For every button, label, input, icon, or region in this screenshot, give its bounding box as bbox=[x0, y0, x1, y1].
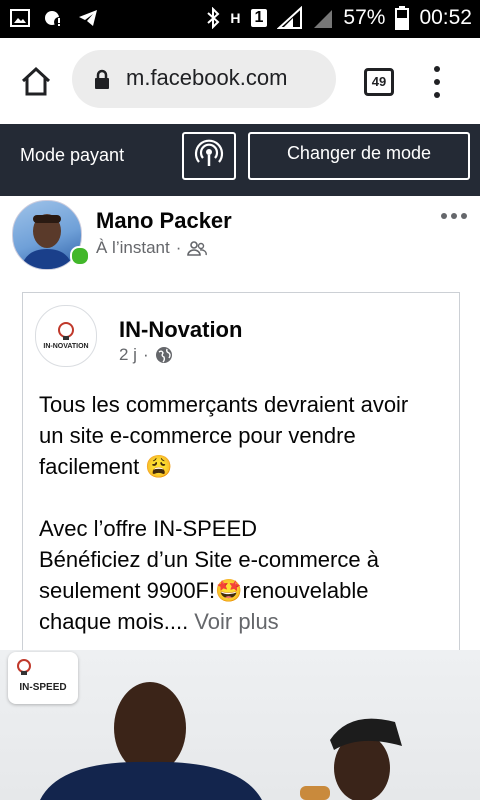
post-text: Tous les commerçants devraient avoir un … bbox=[39, 389, 455, 637]
mode-label: Mode payant bbox=[20, 145, 125, 165]
home-icon[interactable] bbox=[20, 66, 52, 98]
signal-icon bbox=[277, 6, 303, 29]
text-line: Avec l’offre IN-SPEED bbox=[39, 516, 258, 541]
broadcast-icon bbox=[194, 139, 224, 166]
battery-percent: 57% bbox=[343, 6, 386, 29]
menu-icon[interactable] bbox=[430, 66, 444, 100]
tabs-button[interactable]: 49 bbox=[364, 68, 394, 96]
innovation-logo-icon: IN-NOVATION bbox=[42, 322, 90, 350]
battery-icon bbox=[395, 6, 410, 30]
text-line-last: chaque mois.... Voir plus bbox=[39, 606, 455, 637]
page-logo[interactable]: IN-NOVATION bbox=[35, 305, 97, 367]
text-line: facilement 😩 bbox=[39, 454, 173, 479]
post-image[interactable]: IN-SPEED bbox=[0, 650, 480, 800]
gallery-icon bbox=[10, 9, 30, 27]
status-bar: H 1 57% 00:52 bbox=[0, 0, 480, 38]
address-bar[interactable]: m.facebook.com bbox=[72, 50, 336, 108]
friends-icon bbox=[187, 241, 208, 256]
url-text: m.facebook.com bbox=[126, 65, 288, 90]
data-mode-bar: Mode payant Changer de mode bbox=[0, 124, 480, 196]
meta-separator: · bbox=[175, 238, 182, 257]
text-line: seulement 9900F!🤩renouvelable bbox=[39, 578, 369, 603]
lock-icon bbox=[95, 69, 109, 89]
see-more-link[interactable]: Voir plus bbox=[188, 609, 278, 634]
online-indicator bbox=[70, 246, 90, 266]
globe-icon bbox=[155, 347, 172, 363]
post-author[interactable]: Mano Packer bbox=[96, 208, 232, 234]
shared-meta: 2 j · bbox=[119, 345, 173, 365]
browser-toolbar: m.facebook.com 49 bbox=[0, 38, 480, 124]
post-meta: À l’instant · bbox=[96, 238, 208, 258]
data-type-label: H bbox=[230, 10, 241, 26]
sim-badge: 1 bbox=[250, 9, 268, 27]
post-header: Mano Packer À l’instant · bbox=[0, 196, 480, 286]
notification-icon bbox=[45, 11, 64, 27]
change-mode-button[interactable]: Changer de mode bbox=[248, 132, 470, 180]
bluetooth-icon bbox=[207, 7, 220, 29]
text-line: chaque mois.... bbox=[39, 609, 189, 634]
signal-icon-2 bbox=[314, 10, 333, 28]
meta-separator: · bbox=[142, 345, 149, 364]
broadcast-button[interactable] bbox=[182, 132, 236, 180]
text-line: Bénéficiez d’un Site e-commerce à bbox=[39, 547, 379, 572]
post-time[interactable]: À l’instant bbox=[96, 238, 170, 258]
telegram-icon bbox=[79, 10, 97, 26]
text-line: Tous les commerçants devraient avoir bbox=[39, 392, 409, 417]
svg-text:IN-NOVATION: IN-NOVATION bbox=[43, 343, 88, 350]
status-left-icons bbox=[10, 8, 98, 28]
photo-people bbox=[40, 682, 402, 800]
status-right: H 1 57% 00:52 bbox=[206, 6, 472, 30]
text-line: un site e-commerce pour vendre bbox=[39, 423, 356, 448]
shared-time[interactable]: 2 j bbox=[119, 345, 137, 365]
page-name[interactable]: IN-Novation bbox=[119, 317, 242, 343]
shared-post[interactable]: IN-NOVATION IN-Novation 2 j · Tous les c… bbox=[22, 292, 460, 653]
more-icon[interactable] bbox=[440, 212, 468, 220]
clock: 00:52 bbox=[419, 6, 472, 29]
